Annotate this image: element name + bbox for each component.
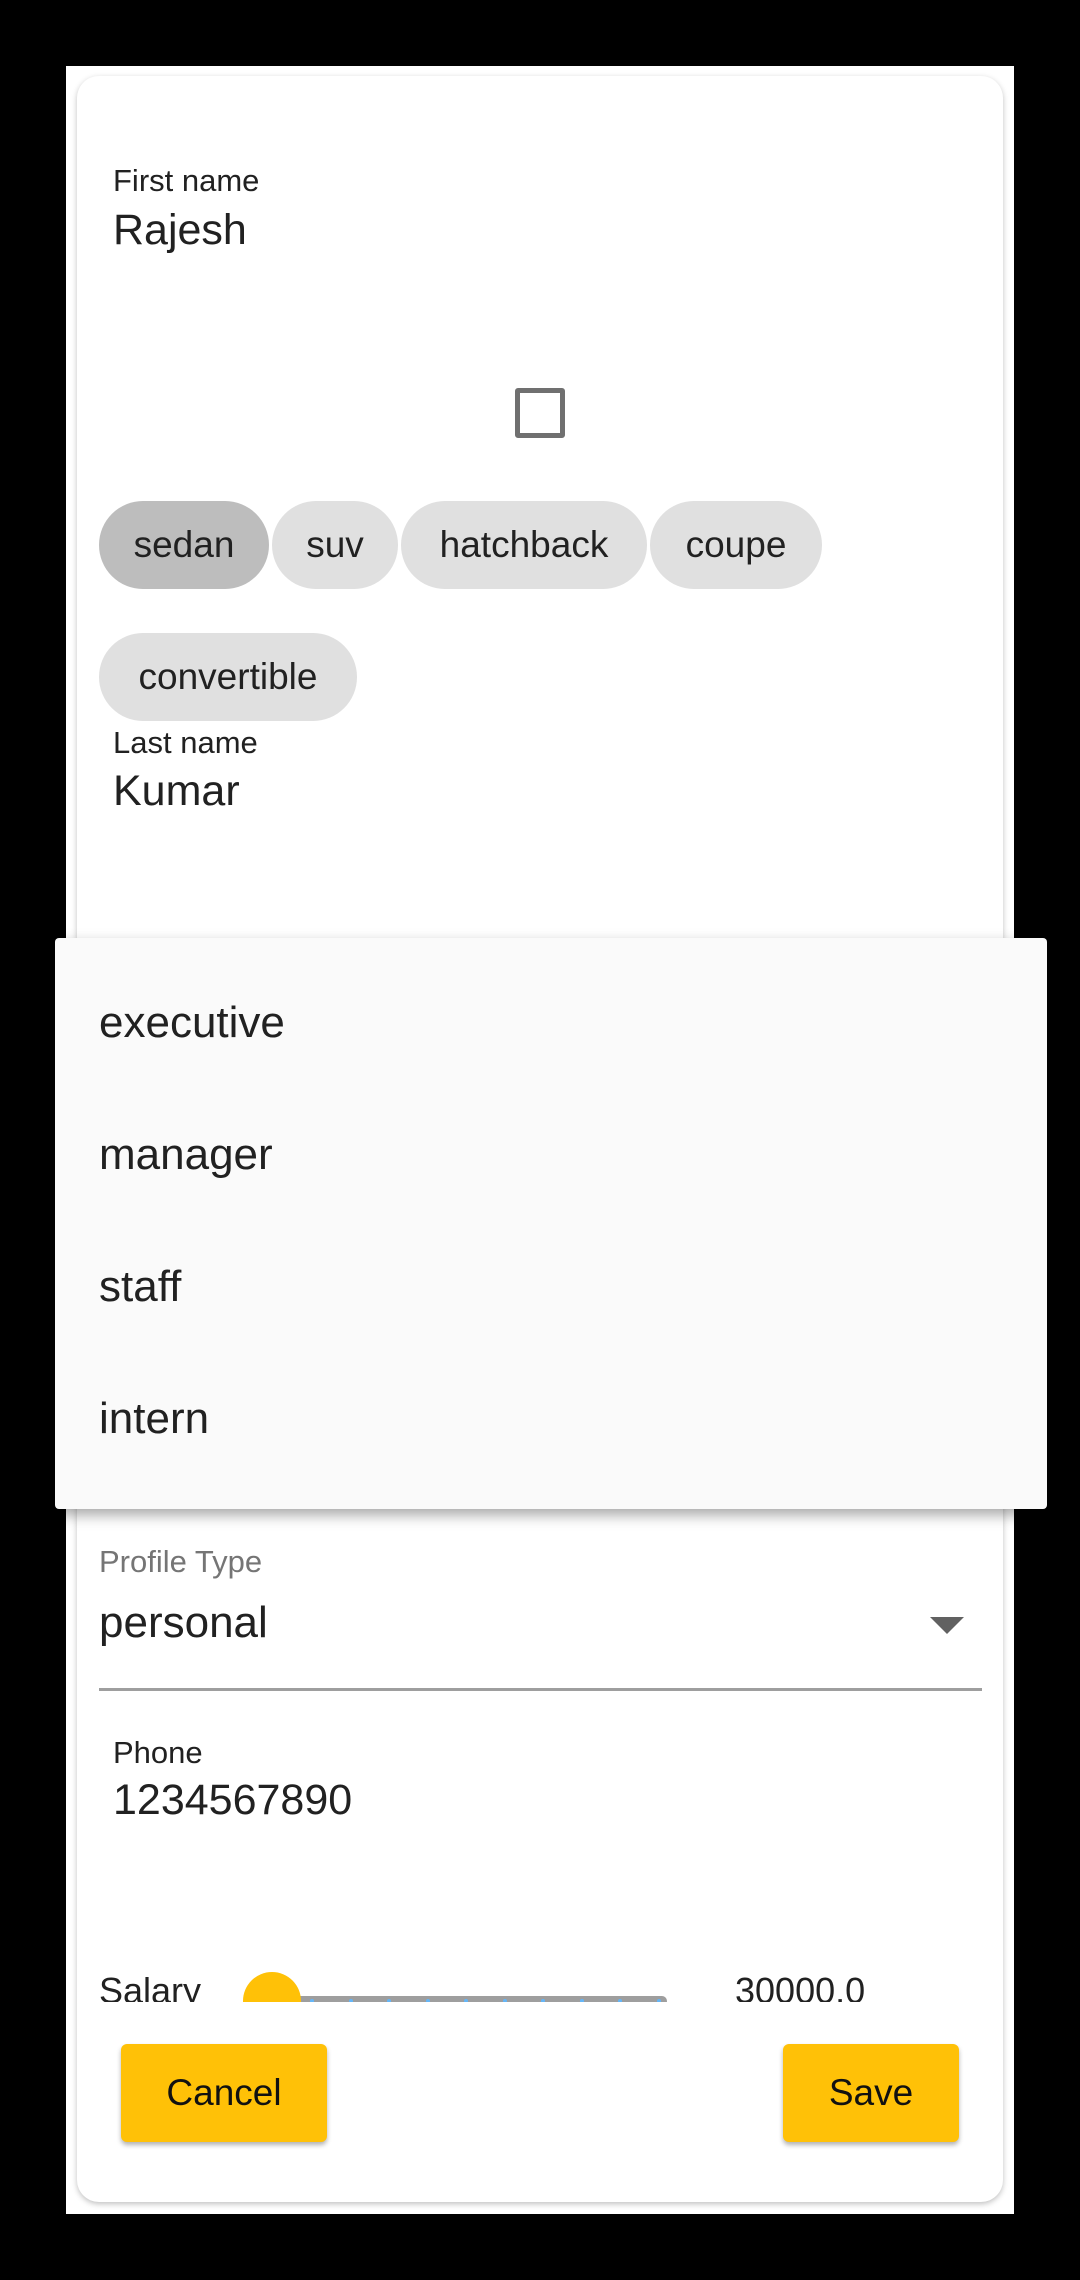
profile-type-label: Profile Type: [99, 1544, 263, 1579]
chip-coupe[interactable]: coupe: [650, 501, 822, 589]
slider-tick: [580, 1999, 584, 2002]
slider-tick: [387, 1999, 391, 2002]
first-name-field[interactable]: Rajesh: [113, 206, 247, 255]
chip-suv[interactable]: suv: [272, 501, 398, 589]
checkbox[interactable]: [515, 388, 565, 438]
save-button[interactable]: Save: [783, 2044, 959, 2142]
salary-slider-thumb[interactable]: [243, 1972, 301, 2002]
menu-item-intern[interactable]: intern: [99, 1394, 209, 1444]
slider-tick: [618, 1999, 622, 2002]
profile-type-dropdown-menu: executive manager staff intern: [55, 938, 1047, 1509]
phone-label: Phone: [113, 1735, 203, 1770]
chip-convertible[interactable]: convertible: [99, 633, 357, 721]
salary-row: Salary 30000.0: [77, 1940, 1003, 2002]
slider-tick: [657, 1999, 661, 2002]
menu-item-staff[interactable]: staff: [99, 1262, 181, 1312]
menu-item-executive[interactable]: executive: [99, 998, 285, 1048]
arrow-drop-down-icon[interactable]: [930, 1617, 964, 1634]
slider-tick: [503, 1999, 507, 2002]
slider-tick: [541, 1999, 545, 2002]
slider-tick: [310, 1999, 314, 2002]
phone-field[interactable]: 1234567890: [113, 1776, 352, 1825]
last-name-field[interactable]: Kumar: [113, 767, 240, 816]
slider-tick: [464, 1999, 468, 2002]
salary-label: Salary: [99, 1970, 202, 2002]
cancel-button[interactable]: Cancel: [121, 2044, 327, 2142]
first-name-label: First name: [113, 163, 260, 198]
slider-tick: [426, 1999, 430, 2002]
salary-value: 30000.0: [735, 1970, 866, 2002]
profile-type-underline: [99, 1688, 982, 1691]
slider-tick: [349, 1999, 353, 2002]
salary-slider-track[interactable]: [272, 1996, 667, 2002]
profile-type-select[interactable]: personal: [99, 1598, 268, 1648]
chip-hatchback[interactable]: hatchback: [401, 501, 647, 589]
menu-item-manager[interactable]: manager: [99, 1130, 273, 1180]
last-name-label: Last name: [113, 725, 258, 760]
chip-sedan[interactable]: sedan: [99, 501, 269, 589]
